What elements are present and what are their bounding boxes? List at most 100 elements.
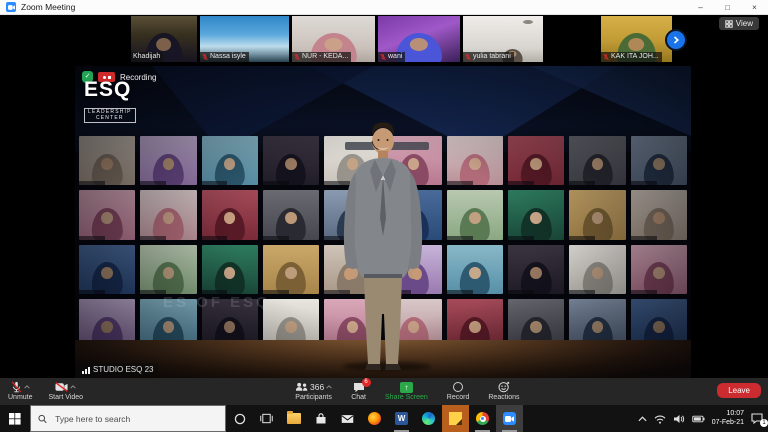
- file-explorer-icon: [287, 413, 301, 424]
- reactions-button[interactable]: Reactions: [488, 381, 519, 402]
- record-button[interactable]: Record: [447, 381, 470, 402]
- chrome-button[interactable]: [469, 405, 496, 432]
- chat-badge: 6: [362, 378, 371, 387]
- watermark: ES OF ESQ: [163, 294, 271, 311]
- wall-tile: [447, 136, 503, 185]
- zoom-app-icon: [6, 2, 16, 12]
- participants-button[interactable]: 366 Participants: [295, 381, 332, 402]
- minimize-button[interactable]: –: [687, 0, 714, 14]
- share-screen-button[interactable]: ↑ Share Screen: [385, 381, 428, 402]
- leave-button[interactable]: Leave: [717, 383, 761, 398]
- zoom-meeting-window: Zoom Meeting – □ × View Khadijah Nassa i…: [0, 0, 768, 432]
- muted-mic-icon: [202, 53, 208, 61]
- muted-mic-icon: [465, 53, 471, 61]
- participant-thumbnail-video-off[interactable]: [546, 16, 598, 62]
- start-button[interactable]: [0, 405, 30, 432]
- close-button[interactable]: ×: [741, 0, 768, 14]
- window-titlebar: Zoom Meeting – □ ×: [0, 0, 768, 15]
- wall-tile: [631, 136, 687, 185]
- window-title: Zoom Meeting: [21, 2, 75, 12]
- maximize-button[interactable]: □: [714, 0, 741, 14]
- mail-icon: [341, 414, 354, 424]
- task-view-icon: [260, 413, 273, 424]
- esq-logo-subtext: LEADERSHIP CENTER: [84, 108, 136, 123]
- main-video[interactable]: ES OF ESQ ✓ Recording ESQ LEADERSHIP CEN…: [75, 66, 691, 378]
- participant-name-label: Khadijah: [131, 52, 163, 62]
- participant-name-label: KAK ITA JOH...: [601, 52, 662, 62]
- participants-count: 366: [310, 383, 324, 391]
- record-icon: [453, 382, 463, 392]
- active-speaker-label: STUDIO ESQ 23: [77, 363, 158, 376]
- view-button[interactable]: View: [719, 17, 759, 30]
- muted-mic-icon: [294, 53, 300, 61]
- chevron-up-icon: [70, 385, 76, 389]
- video-off-icon: [55, 382, 68, 392]
- wall-tile: [569, 245, 625, 294]
- grid-view-icon: [725, 20, 733, 28]
- wall-tile: [79, 190, 135, 239]
- zoom-taskbar-button[interactable]: [496, 405, 523, 432]
- cortana-button[interactable]: [226, 405, 253, 432]
- network-icon[interactable]: [654, 414, 666, 424]
- search-input[interactable]: [53, 413, 218, 425]
- wall-tile: [202, 190, 258, 239]
- mail-button[interactable]: [334, 405, 361, 432]
- action-center-button[interactable]: 1: [751, 413, 763, 424]
- taskbar-clock[interactable]: 10:07 07-Feb-21: [712, 410, 744, 427]
- participant-thumbnail[interactable]: wani: [378, 16, 460, 62]
- windows-taskbar: W 10:07 07-Feb-21 1: [0, 405, 768, 432]
- hidden-icons-chevron[interactable]: [638, 416, 647, 422]
- word-icon: W: [395, 412, 408, 425]
- next-page-button[interactable]: [665, 29, 687, 51]
- chat-button[interactable]: 6 Chat: [351, 381, 366, 402]
- firefox-button[interactable]: [361, 405, 388, 432]
- reactions-smiley-icon: [498, 381, 510, 393]
- participant-thumbnail[interactable]: KAK ITA JOH...: [601, 16, 672, 62]
- participant-name-label: wani: [378, 52, 405, 62]
- chevron-up-icon: [24, 385, 30, 389]
- muted-mic-icon: [380, 53, 386, 61]
- presenter: [318, 118, 448, 376]
- ceiling-fan: [523, 20, 533, 24]
- microsoft-store-button[interactable]: [307, 405, 334, 432]
- file-explorer-button[interactable]: [280, 405, 307, 432]
- participant-name-label: Nassa isyle: [200, 52, 249, 62]
- system-tray: 10:07 07-Feb-21 1: [638, 405, 768, 432]
- wall-tile: [508, 136, 564, 185]
- wall-tile: [447, 190, 503, 239]
- esq-logo-text: ESQ: [84, 80, 136, 100]
- wall-tile: [631, 190, 687, 239]
- wall-tile: [263, 136, 319, 185]
- cortana-icon: [234, 413, 246, 425]
- task-view-button[interactable]: [253, 405, 280, 432]
- edge-icon: [422, 412, 435, 425]
- taskbar-search[interactable]: [30, 405, 226, 432]
- firefox-icon: [368, 412, 381, 425]
- participant-name-label: NUR - KEDA...: [292, 52, 351, 62]
- participant-thumbnail[interactable]: Khadijah: [131, 16, 197, 62]
- word-button[interactable]: W: [388, 405, 415, 432]
- edge-button[interactable]: [415, 405, 442, 432]
- start-video-button[interactable]: Start Video: [49, 381, 84, 402]
- clock-time: 10:07: [726, 410, 744, 419]
- volume-icon[interactable]: [673, 414, 685, 424]
- participant-thumbnail[interactable]: yulia tabrani: [463, 16, 543, 62]
- share-screen-icon: ↑: [400, 382, 413, 393]
- wall-tile: [631, 245, 687, 294]
- muted-mic-icon: [11, 381, 22, 393]
- wall-tile: [79, 245, 135, 294]
- wall-tile: [79, 136, 135, 185]
- participant-thumbnail[interactable]: NUR - KEDA...: [292, 16, 375, 62]
- wall-tile: [202, 245, 258, 294]
- windows-logo-icon: [9, 413, 21, 425]
- chevron-right-icon: [672, 36, 680, 44]
- sticky-notes-button[interactable]: [442, 405, 469, 432]
- wall-tile: [140, 245, 196, 294]
- wall-tile: [447, 245, 503, 294]
- participants-icon: [295, 382, 308, 392]
- participant-thumbnail[interactable]: Nassa isyle: [200, 16, 289, 62]
- esq-logo: ESQ LEADERSHIP CENTER: [84, 80, 136, 123]
- battery-icon[interactable]: [692, 415, 705, 423]
- wall-tile: [140, 190, 196, 239]
- unmute-button[interactable]: Unmute: [8, 381, 33, 402]
